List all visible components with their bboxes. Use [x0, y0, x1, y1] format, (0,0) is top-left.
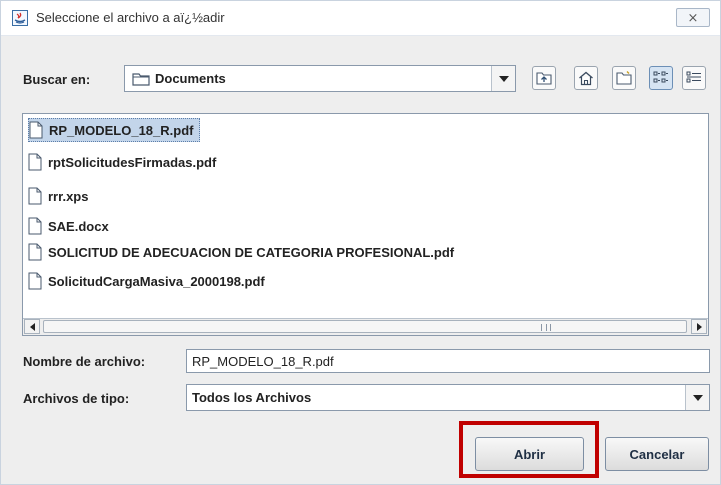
- file-item[interactable]: rptSolicitudesFirmadas.pdf: [28, 150, 222, 174]
- document-icon: [28, 153, 42, 171]
- file-item[interactable]: SolicitudCargaMasiva_2000198.pdf: [28, 269, 271, 293]
- close-button[interactable]: ⨯: [676, 8, 710, 27]
- file-item[interactable]: SOLICITUD DE ADECUACION DE CATEGORIA PRO…: [28, 240, 460, 264]
- list-view-icon: [653, 71, 668, 83]
- up-one-level-button[interactable]: [532, 66, 556, 90]
- chevron-down-icon: [692, 394, 703, 401]
- file-type-combo[interactable]: Todos los Archivos: [186, 384, 710, 411]
- scroll-left-button[interactable]: [24, 319, 40, 334]
- document-icon: [28, 217, 42, 235]
- file-name: rrr.xps: [48, 188, 89, 204]
- file-name: SAE.docx: [48, 218, 109, 234]
- document-icon: [29, 121, 43, 139]
- file-name-input[interactable]: [187, 350, 692, 372]
- home-icon: [579, 71, 593, 85]
- new-folder-button[interactable]: [612, 66, 636, 90]
- look-in-dropdown-button[interactable]: [491, 66, 515, 91]
- file-item[interactable]: rrr.xps: [28, 184, 94, 208]
- chevron-down-icon: [498, 75, 509, 82]
- file-type-dropdown-button[interactable]: [685, 385, 709, 410]
- up-one-level-icon: [536, 72, 552, 85]
- file-name-label: Nombre de archivo:: [23, 354, 146, 369]
- scrollbar-grip-icon: [541, 324, 551, 331]
- new-folder-icon: [616, 71, 632, 85]
- close-icon: ⨯: [687, 9, 699, 25]
- file-name: SolicitudCargaMasiva_2000198.pdf: [48, 273, 265, 289]
- look-in-combo[interactable]: Documents: [124, 65, 516, 92]
- folder-icon: [132, 73, 150, 86]
- look-in-value: Documents: [155, 71, 226, 86]
- highlight-box: [459, 421, 599, 478]
- document-icon: [28, 272, 42, 290]
- java-app-icon: [12, 10, 28, 26]
- file-item[interactable]: SAE.docx: [28, 214, 115, 238]
- file-name: rptSolicitudesFirmadas.pdf: [48, 154, 217, 170]
- file-name: RP_MODELO_18_R.pdf: [49, 122, 194, 138]
- file-chooser-dialog: Seleccione el archivo a aï¿½adir ⨯ Busca…: [0, 0, 721, 485]
- cancel-button[interactable]: Cancelar: [605, 437, 709, 471]
- details-view-button[interactable]: [682, 66, 706, 90]
- scrollbar-thumb[interactable]: [43, 320, 687, 333]
- details-view-icon: [686, 71, 701, 83]
- file-list[interactable]: RP_MODELO_18_R.pdf rptSolicitudesFirmada…: [22, 113, 709, 336]
- file-type-value: Todos los Archivos: [192, 390, 312, 405]
- document-icon: [28, 243, 42, 261]
- list-view-button[interactable]: [649, 66, 673, 90]
- file-item[interactable]: RP_MODELO_18_R.pdf: [28, 118, 201, 142]
- home-button[interactable]: [574, 66, 598, 90]
- arrow-right-icon: [696, 322, 702, 331]
- look-in-label: Buscar en:: [23, 72, 91, 87]
- horizontal-scrollbar[interactable]: [23, 318, 708, 335]
- window-title: Seleccione el archivo a aï¿½adir: [36, 10, 225, 25]
- arrow-left-icon: [29, 322, 35, 331]
- document-icon: [28, 187, 42, 205]
- file-name: SOLICITUD DE ADECUACION DE CATEGORIA PRO…: [48, 244, 455, 260]
- title-bar[interactable]: Seleccione el archivo a aï¿½adir ⨯: [1, 1, 720, 36]
- file-name-field[interactable]: [186, 349, 710, 373]
- scroll-right-button[interactable]: [691, 319, 707, 334]
- file-type-label: Archivos de tipo:: [23, 391, 130, 406]
